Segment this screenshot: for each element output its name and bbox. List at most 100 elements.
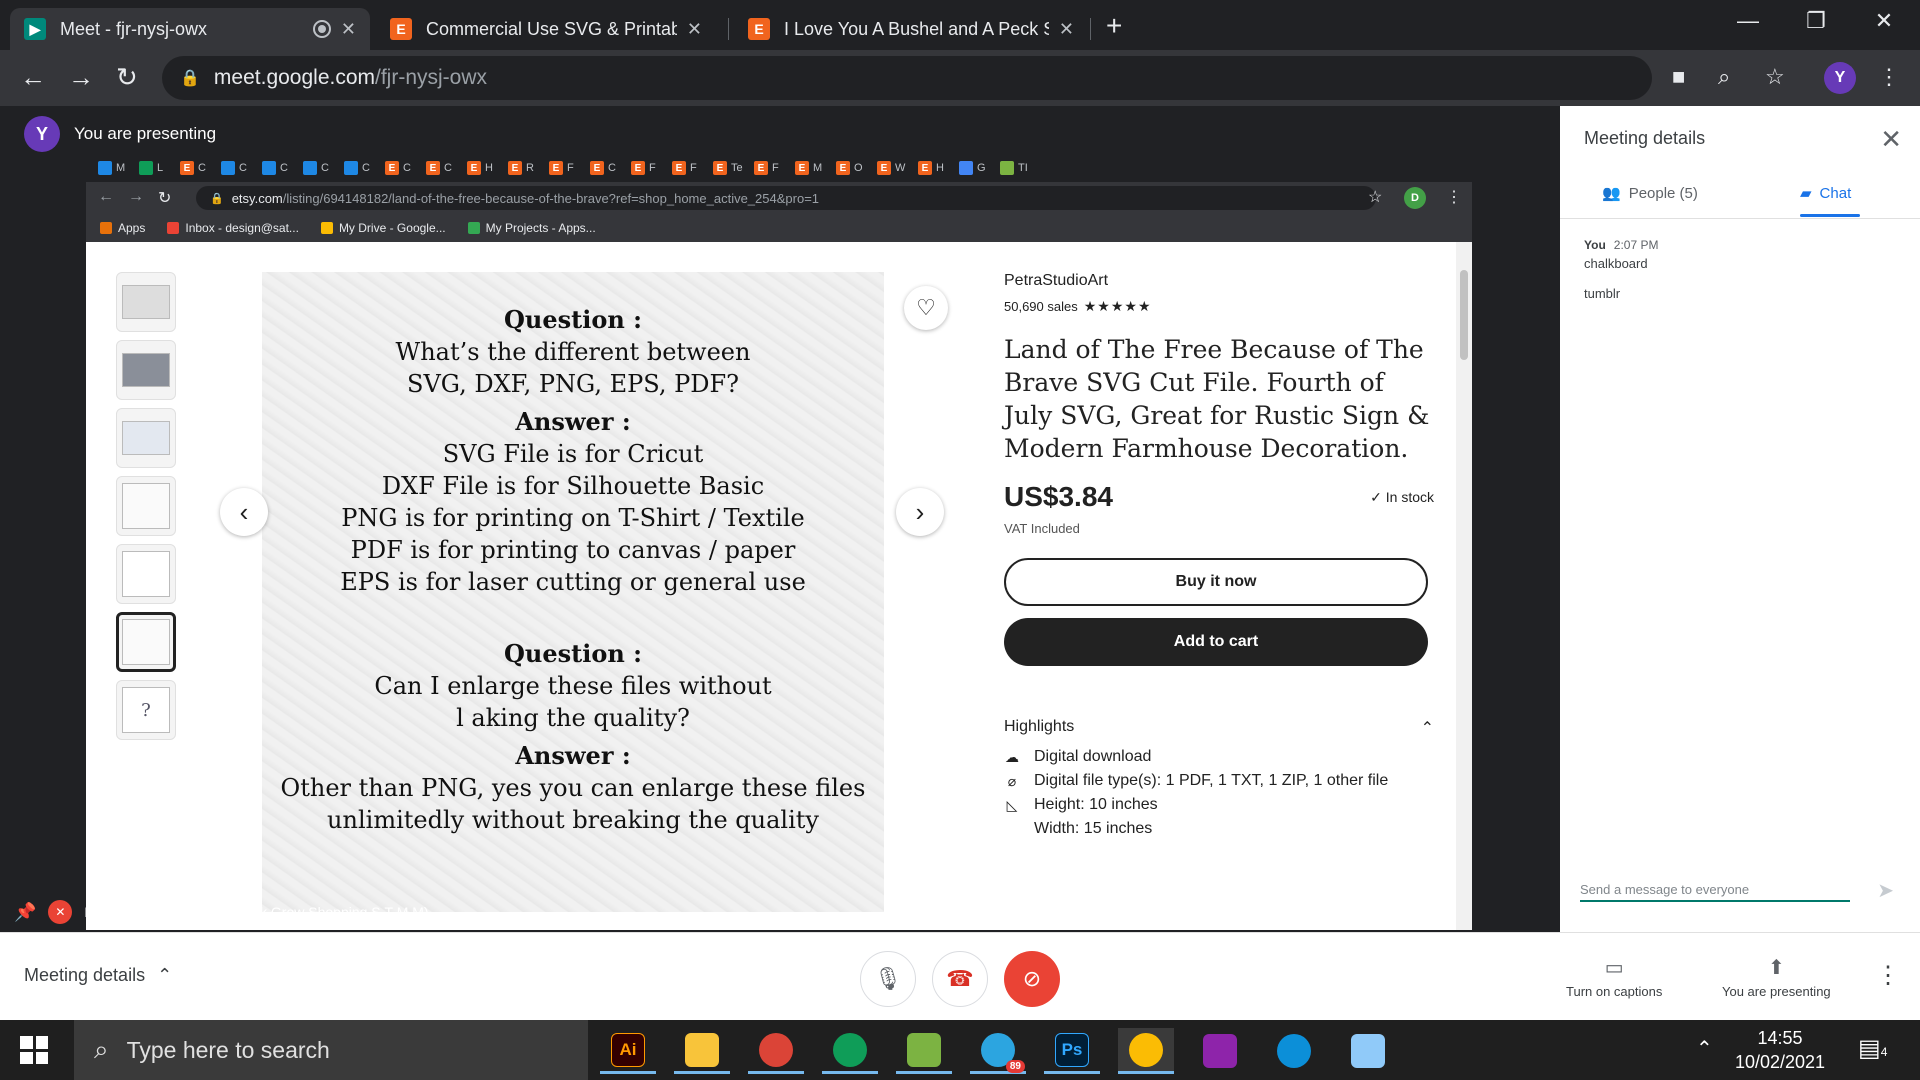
taskbar-illustrator[interactable]: Ai — [600, 1028, 656, 1074]
recording-icon — [312, 20, 331, 38]
add-to-cart-button: Add to cart — [1004, 618, 1428, 666]
taskbar-chrome-2[interactable] — [822, 1028, 878, 1074]
inner-tab-label: H — [936, 162, 944, 174]
inner-profile-avatar: D — [1404, 187, 1426, 209]
highlight-text: Width: 15 inches — [1034, 820, 1153, 837]
close-window-button[interactable]: ✕ — [1856, 8, 1912, 34]
image-text-line: DXF File is for Silhouette Basic — [381, 472, 765, 500]
windows-start-button[interactable] — [20, 1036, 48, 1064]
forward-button[interactable]: → — [68, 62, 94, 93]
inner-reload-icon: ↻ — [158, 190, 172, 207]
inner-tab: ER — [508, 158, 534, 178]
inner-tab-favicon — [221, 161, 235, 175]
inner-scrollbar — [1456, 242, 1472, 930]
etsy-icon: E — [748, 18, 770, 40]
tab-divider — [728, 18, 729, 40]
inner-url-path: /listing/694148182/land-of-the-free-beca… — [282, 190, 820, 206]
price-row: US$3.84 ✓ In stock — [1004, 481, 1434, 513]
captions-button[interactable]: ▭ Turn on captions — [1566, 955, 1662, 999]
taskbar-file-explorer[interactable] — [674, 1028, 730, 1074]
meeting-details-button[interactable]: Meeting details ⌃ — [24, 965, 172, 986]
browser-menu-icon[interactable]: ⋮ — [1878, 64, 1900, 90]
send-message-button[interactable]: ➤ — [1877, 878, 1894, 903]
inner-tab: C — [344, 158, 370, 178]
zoom-icon[interactable]: ⌕ — [1718, 64, 1730, 90]
clock-time: 14:55 — [1757, 1028, 1803, 1048]
google-meet-icon: ▶ — [24, 18, 46, 40]
inner-tab: E Te — [713, 158, 743, 178]
taskbar-chrome-active[interactable] — [1118, 1028, 1174, 1074]
presenting-button[interactable]: ⬆ You are presenting — [1722, 955, 1831, 999]
shared-screen: M L E C C C C C E C E C E H E R E F E C E F E F E Te E F E M E O E W E H G TI… — [86, 152, 1472, 930]
close-tab-icon[interactable]: ✕ — [687, 19, 702, 40]
leave-call-button[interactable]: ☎ — [932, 951, 988, 1007]
tab-etsy-commercial-use[interactable]: E Commercial Use SVG & Printable ✕ — [376, 8, 716, 50]
camera-button[interactable]: ⊘ — [1004, 951, 1060, 1007]
microphone-button[interactable]: 🎙 — [860, 951, 916, 1007]
tab-etsy-bushel-peck[interactable]: E I Love You A Bushel and A Peck S ✕ — [734, 8, 1088, 50]
inner-tab-favicon: E — [713, 161, 727, 175]
close-tab-icon[interactable]: ✕ — [1059, 19, 1074, 40]
profile-avatar[interactable]: Y — [1824, 62, 1856, 94]
address-bar[interactable]: 🔒 meet.google.com/fjr-nysj-owx — [162, 56, 1652, 100]
inner-tab: EC — [590, 158, 616, 178]
inner-tab-label: O — [854, 162, 863, 174]
chat-message-input[interactable]: Send a message to everyone — [1580, 876, 1850, 902]
taskbar-notepad[interactable] — [1340, 1028, 1396, 1074]
thumbnail-2 — [116, 340, 176, 400]
notification-center-button[interactable]: ▤4 — [1858, 1034, 1887, 1063]
tray-chevron-up-icon[interactable]: ⌃ — [1696, 1036, 1713, 1061]
restore-window-button[interactable]: ❐ — [1788, 8, 1844, 34]
new-tab-button[interactable]: + — [1106, 10, 1122, 42]
image-text-line: l aking the quality? — [456, 704, 690, 732]
search-placeholder: Type here to search — [126, 1036, 330, 1063]
image-text-line: SVG File is for Cricut — [442, 440, 704, 468]
camera-in-use-icon[interactable]: ■ — [1672, 64, 1685, 90]
highlight-item: ⌀ Digital file type(s): 1 PDF, 1 TXT, 1 Z… — [1004, 772, 1434, 790]
bookmark-star-icon[interactable]: ☆ — [1765, 64, 1785, 90]
inner-tab-favicon: E — [385, 161, 399, 175]
taskbar-search[interactable]: ⌕ Type here to search — [74, 1020, 588, 1080]
browser-toolbar: ← → ↻ 🔒 meet.google.com/fjr-nysj-owx ■ ⌕… — [0, 50, 1920, 106]
highlight-item: ☁ Digital download — [1004, 748, 1434, 766]
divider — [1560, 218, 1920, 219]
thumbnail-image — [122, 353, 170, 387]
bookmark-label: Inbox - design@sat... — [185, 221, 299, 235]
thumbnail-4 — [116, 476, 176, 536]
taskbar-chrome-1[interactable] — [748, 1028, 804, 1074]
inner-tab: EC — [426, 158, 452, 178]
inner-tab-favicon — [1000, 161, 1014, 175]
inner-tab-label: C — [403, 162, 411, 174]
more-options-button[interactable]: ⋮ — [1876, 961, 1900, 990]
image-text-answer-2: Answer : — [515, 741, 631, 770]
inner-tab-label: W — [895, 162, 906, 174]
paperclip-icon: ⌀ — [1007, 772, 1017, 789]
tab-title: Commercial Use SVG & Printable — [426, 18, 677, 39]
reload-button[interactable]: ↻ — [116, 62, 138, 93]
pin-icon[interactable]: 📌 — [14, 902, 36, 923]
inner-tab-favicon: E — [426, 161, 440, 175]
inner-lock-icon: 🔒 — [210, 192, 224, 205]
inner-menu-icon: ⋮ — [1446, 189, 1462, 206]
tab-people[interactable]: 👥 People (5) — [1602, 184, 1698, 203]
taskbar-photoshop[interactable]: Ps — [1044, 1028, 1100, 1074]
vat-note: VAT Included — [1004, 521, 1080, 536]
inner-tab-favicon: E — [467, 161, 481, 175]
close-tab-icon[interactable]: ✕ — [341, 19, 356, 40]
presenter-avatar: Y — [24, 116, 60, 152]
minimize-window-button[interactable]: — — [1720, 8, 1776, 34]
chat-message: chalkboard — [1584, 256, 1648, 271]
taskbar-telegram[interactable]: 89 — [970, 1028, 1026, 1074]
tab-chat[interactable]: ▰ Chat — [1800, 184, 1851, 203]
tab-google-meet[interactable]: ▶ Meet - fjr-nysj-owx ✕ — [10, 8, 370, 50]
app-icon — [907, 1032, 941, 1067]
taskbar-winrar[interactable] — [1192, 1028, 1248, 1074]
taskbar-edge[interactable] — [1266, 1028, 1322, 1074]
back-button[interactable]: ← — [20, 62, 46, 93]
inner-address-bar: 🔒 etsy.com/listing/694148182/land-of-the… — [196, 186, 1376, 210]
image-text-question-1: Question : — [503, 305, 642, 334]
taskbar-clock[interactable]: 14:55 10/02/2021 — [1720, 1026, 1840, 1074]
close-panel-button[interactable]: ✕ — [1880, 124, 1902, 155]
image-text-line: Can I enlarge these files without — [374, 672, 772, 700]
taskbar-app[interactable] — [896, 1028, 952, 1074]
